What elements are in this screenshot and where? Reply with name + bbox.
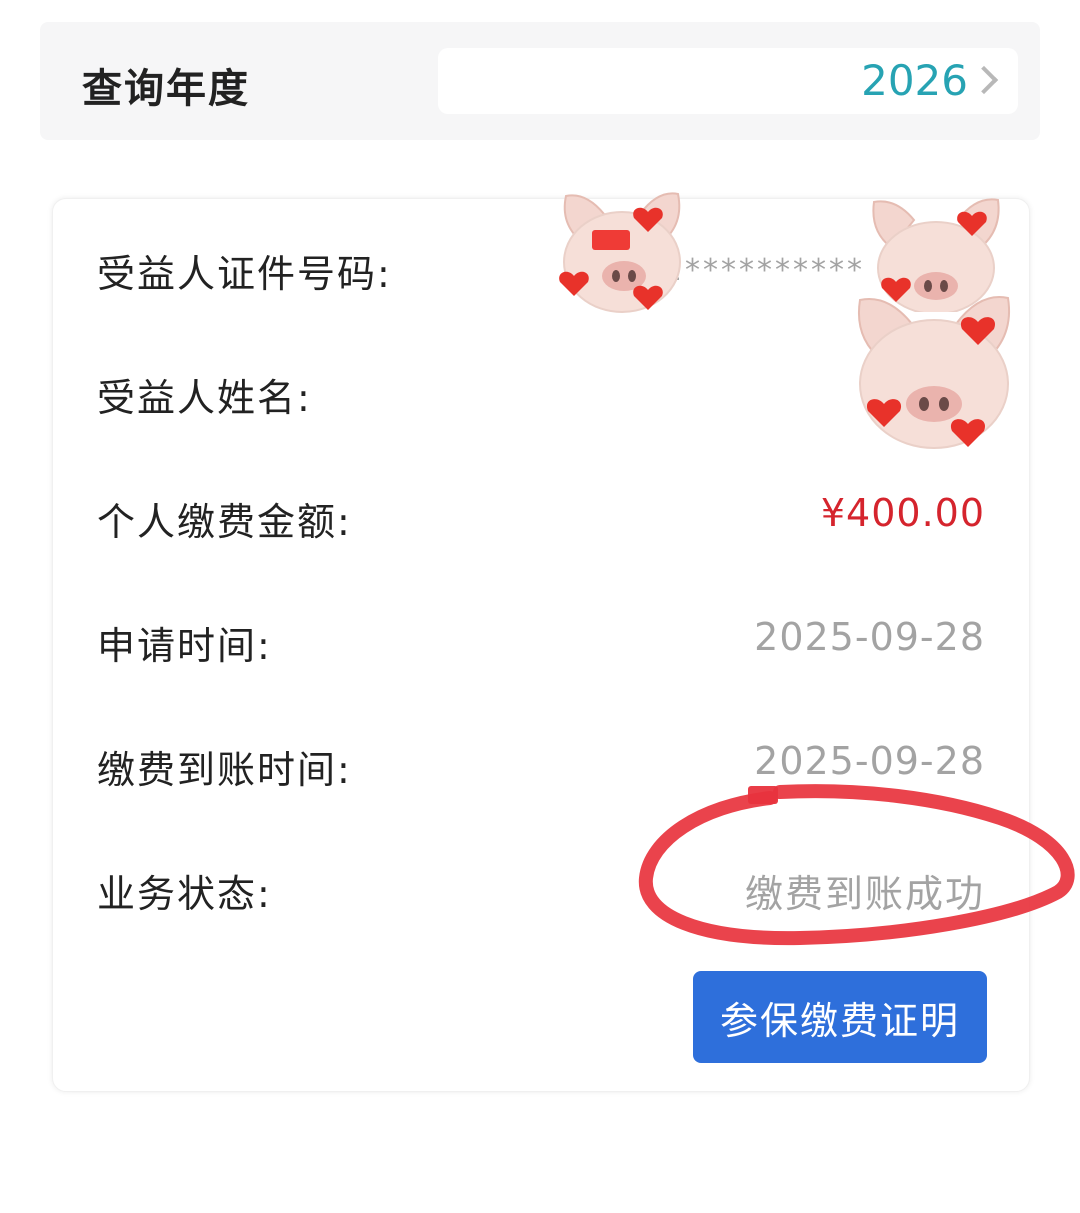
- insurance-payment-proof-button[interactable]: 参保缴费证明: [693, 971, 987, 1063]
- id-number-value: 2**********: [662, 253, 865, 288]
- business-status-row: 业务状态: 缴费到账成功: [97, 857, 985, 917]
- pig-sticker-icon: [559, 192, 681, 313]
- beneficiary-name-label: 受益人姓名:: [97, 376, 312, 420]
- payment-amount-label: 个人缴费金额:: [97, 500, 352, 544]
- business-status-value: 缴费到账成功: [744, 872, 985, 916]
- arrival-time-row: 缴费到账时间: 2025-09-28: [97, 733, 985, 793]
- arrival-time-label: 缴费到账时间:: [97, 748, 352, 792]
- apply-time-row: 申请时间: 2025-09-28: [97, 609, 985, 669]
- apply-time-label: 申请时间:: [97, 624, 272, 668]
- payment-amount-value: ¥400.00: [820, 491, 985, 535]
- query-year-label: 查询年度: [82, 66, 250, 112]
- query-year-selector[interactable]: 查询年度 2026: [40, 22, 1040, 140]
- pig-sticker-icon: [858, 296, 1010, 449]
- payment-amount-row: 个人缴费金额: ¥400.00: [97, 485, 985, 545]
- apply-time-value: 2025-09-28: [754, 615, 985, 659]
- business-status-label: 业务状态:: [97, 872, 272, 916]
- payment-record-page: 查询年度 2026 受益人证件号码: 2********** 受益人姓名: 个人…: [0, 0, 1080, 1213]
- arrival-time-value: 2025-09-28: [754, 739, 985, 783]
- query-year-value[interactable]: 2026: [861, 56, 968, 105]
- id-number-label: 受益人证件号码:: [97, 252, 392, 296]
